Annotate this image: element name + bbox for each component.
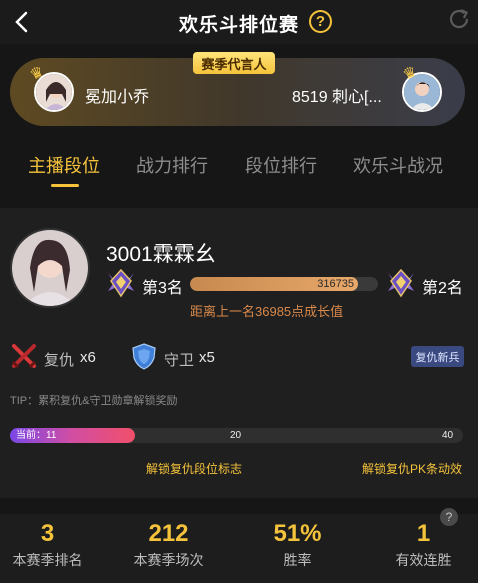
progress-current-label: 当前：11 <box>16 430 57 441</box>
guard-label: 守卫 <box>164 352 195 369</box>
stat-value: 1 <box>416 520 431 547</box>
stat-value: 51% <box>273 520 322 547</box>
anchor-avatar[interactable] <box>10 228 90 308</box>
stat-label: 本赛季排名 <box>12 552 83 568</box>
tab-tier-ranking[interactable]: 段位排行 <box>245 152 317 178</box>
revenge-label: 复仇 <box>44 352 75 369</box>
tip-text: TIP：累积复仇&守卫勋章解锁奖励 <box>10 395 178 407</box>
stat-label: 胜率 <box>283 552 312 568</box>
spokesperson-name-left: 冕加小乔 <box>85 89 150 106</box>
revenge-rookie-button[interactable]: 复仇新兵 <box>411 346 464 367</box>
crossed-swords-icon <box>11 344 37 369</box>
next-rank: 第2名 <box>422 280 463 297</box>
shield-icon <box>132 343 156 370</box>
stat-value: 212 <box>148 520 189 547</box>
unlock-reward-tier-mark[interactable]: 解锁复仇段位标志 <box>146 460 242 477</box>
tab-anchor-rank[interactable]: 主播段位 <box>28 152 100 178</box>
tab-power-ranking[interactable]: 战力排行 <box>136 152 208 178</box>
unlock-reward-pk-effect[interactable]: 解锁复仇PK条动效 <box>362 460 462 477</box>
revenge-count: x6 <box>80 349 96 366</box>
stat-win-streak: 1 有效连胜 <box>364 520 478 570</box>
progress-milestone-20: 20 <box>230 430 242 441</box>
stat-season-rank: 3 本赛季排名 <box>0 520 107 570</box>
anchor-name: 3001霖霖幺 <box>106 243 216 266</box>
rank-gap-text: 距离上一名36985点成长值 <box>190 304 344 319</box>
page-title: 欢乐斗排位赛 <box>178 15 299 36</box>
stat-value: 3 <box>40 520 55 547</box>
active-tab-indicator <box>51 184 79 187</box>
stat-season-matches: 212 本赛季场次 <box>109 520 228 570</box>
refresh-icon[interactable] <box>446 6 472 32</box>
stat-label: 本赛季场次 <box>133 552 204 568</box>
rank-badge-icon <box>108 268 134 298</box>
stat-label: 有效连胜 <box>395 552 452 568</box>
help-icon[interactable]: ? <box>309 10 332 33</box>
current-rank: 第3名 <box>142 280 183 297</box>
spokesperson-name-right: 8519 刺心[... <box>292 89 382 106</box>
growth-value: 316735 <box>317 278 354 290</box>
progress-milestone-40: 40 <box>442 430 454 441</box>
tab-battle-status[interactable]: 欢乐斗战况 <box>353 152 443 178</box>
rank-badge-icon <box>388 268 414 298</box>
guard-count: x5 <box>199 349 215 366</box>
spokesperson-tag: 赛季代言人 <box>193 52 275 74</box>
stat-win-rate: 51% 胜率 <box>238 520 357 570</box>
